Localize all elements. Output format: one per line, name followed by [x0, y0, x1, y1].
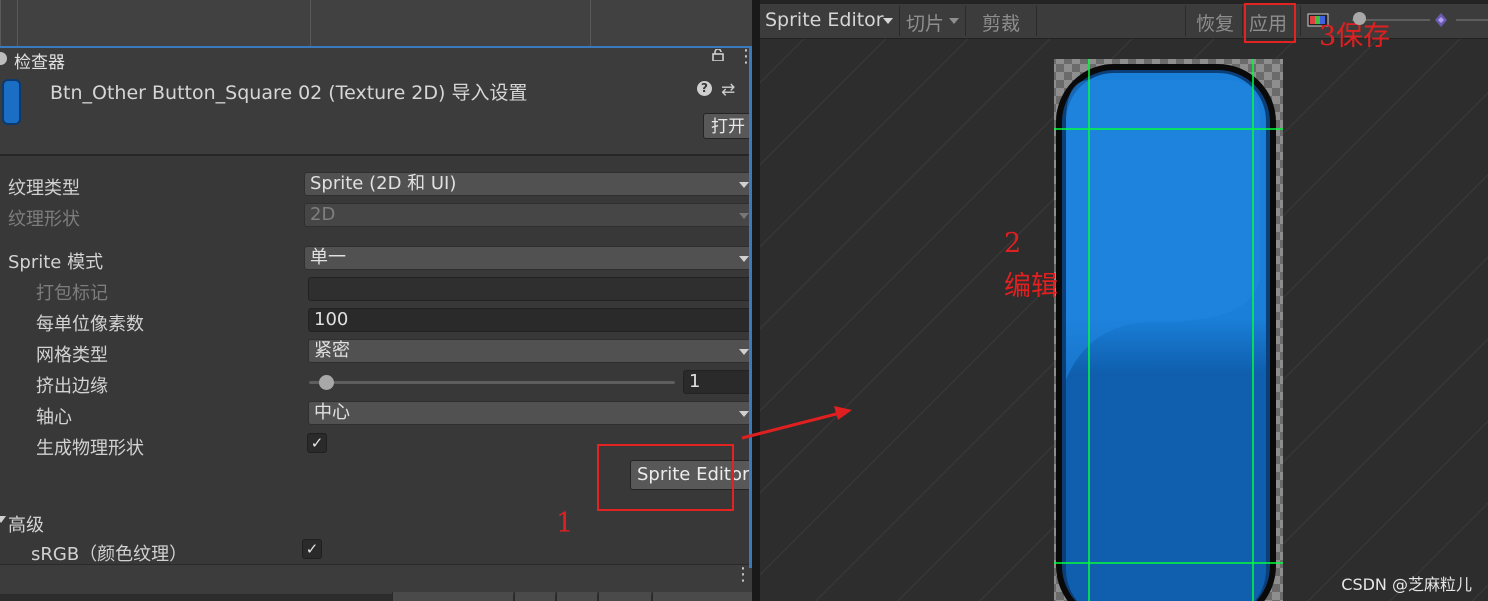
sprite-mode-label: Sprite 模式 [8, 252, 104, 273]
toolbar-separator [1036, 6, 1037, 36]
scene-toolbar-item[interactable] [514, 592, 555, 601]
slice-menu[interactable]: 切片 [906, 9, 944, 36]
srgb-label: sRGB（颜色纹理） [31, 544, 188, 565]
sprite-mode-value: 单一 [310, 247, 346, 268]
sprite-editor-canvas[interactable] [760, 0, 1488, 601]
annotation-step-1: 1 [556, 508, 574, 539]
advanced-foldout-label[interactable]: 高级 [8, 511, 44, 537]
packing-tag-field[interactable] [308, 277, 752, 301]
mipmap-slider-track[interactable] [1456, 19, 1488, 21]
highlight-box-sprite-editor [597, 444, 734, 511]
editor-mode-dropdown[interactable]: Sprite Editor [765, 9, 884, 31]
inspector-footer-bar [0, 564, 752, 595]
mesh-type-dropdown[interactable]: 紧密 [308, 339, 752, 363]
extrude-edges-slider-track[interactable] [309, 381, 675, 384]
annotation-step-2-text: 编辑 [1004, 271, 1058, 302]
extrude-edges-label: 挤出边缘 [36, 376, 108, 397]
revert-button[interactable]: 恢复 [1196, 9, 1234, 36]
texture-type-label: 纹理类型 [8, 178, 80, 199]
toolbar-separator [1242, 6, 1243, 36]
diagonal-grid-background [760, 0, 1488, 601]
toolbar-separator [1300, 6, 1301, 36]
annotation-arrow [741, 406, 852, 440]
pixels-per-unit-field[interactable]: 100 [308, 308, 752, 332]
chevron-down-icon [949, 18, 959, 24]
scene-toolbar-item[interactable] [598, 592, 651, 601]
extrude-edges-slider-handle[interactable] [319, 375, 334, 390]
pivot-dropdown[interactable]: 中心 [308, 401, 752, 425]
chevron-down-icon [739, 213, 749, 219]
scene-toolbar-item[interactable] [392, 592, 513, 601]
mipmap-level-icon[interactable] [1434, 12, 1448, 28]
toolbar-separator [1185, 6, 1186, 36]
texture-type-value: Sprite (2D 和 UI) [310, 173, 457, 194]
generate-physics-label: 生成物理形状 [36, 438, 144, 459]
inspector-tab-bar [0, 46, 752, 70]
watermark: CSDN @芝麻粒儿 [1341, 575, 1472, 594]
chevron-down-icon [883, 18, 893, 24]
texture-type-dropdown[interactable]: Sprite (2D 和 UI) [304, 172, 752, 196]
trim-button[interactable]: 剪裁 [982, 9, 1020, 36]
pivot-label: 轴心 [36, 407, 72, 428]
highlight-box-apply [1244, 3, 1296, 43]
toolbar-separator [965, 6, 966, 36]
chevron-down-icon [739, 256, 749, 262]
texture-shape-label: 纹理形状 [8, 209, 80, 230]
texture-thumbnail-icon [2, 79, 21, 125]
sprite-mode-dropdown[interactable]: 单一 [304, 246, 752, 270]
mesh-type-label: 网格类型 [36, 345, 108, 366]
texture-shape-value: 2D [310, 204, 336, 225]
toolbar-separator [899, 6, 900, 36]
mesh-type-value: 紧密 [314, 340, 350, 361]
footer-menu-icon[interactable]: ⋮ [734, 566, 752, 584]
open-button[interactable]: 打开 [703, 113, 752, 139]
texture-shape-dropdown: 2D [304, 203, 752, 227]
scene-toolbar-item[interactable] [652, 592, 752, 601]
annotation-step-2-number: 2 [1004, 228, 1022, 259]
help-icon[interactable]: ? [697, 81, 712, 96]
panel-divider[interactable] [752, 0, 760, 601]
scene-view-strip [0, 0, 752, 46]
lock-icon[interactable] [712, 49, 724, 61]
pixels-per-unit-label: 每单位像素数 [36, 314, 144, 335]
packing-tag-label: 打包标记 [36, 283, 108, 304]
generate-physics-checkbox[interactable]: ✓ [307, 433, 327, 453]
zoom-slider-handle[interactable] [1353, 12, 1366, 25]
chevron-down-icon [739, 349, 749, 355]
asset-title: Btn_Other Button_Square 02 (Texture 2D) … [50, 82, 528, 104]
foldout-arrow-icon[interactable] [0, 516, 6, 523]
inspector-panel: 检查器 ⋮ Btn_Other Button_Square 02 (Textur… [0, 0, 752, 601]
pivot-value: 中心 [314, 402, 350, 423]
inspector-focus-border [749, 48, 752, 568]
preset-sliders-icon[interactable]: ⇄ [721, 80, 735, 100]
extrude-edges-field[interactable]: 1 [683, 370, 752, 394]
srgb-checkbox[interactable]: ✓ [302, 539, 322, 559]
chevron-down-icon [739, 182, 749, 188]
scene-toolbar-item[interactable] [556, 592, 597, 601]
